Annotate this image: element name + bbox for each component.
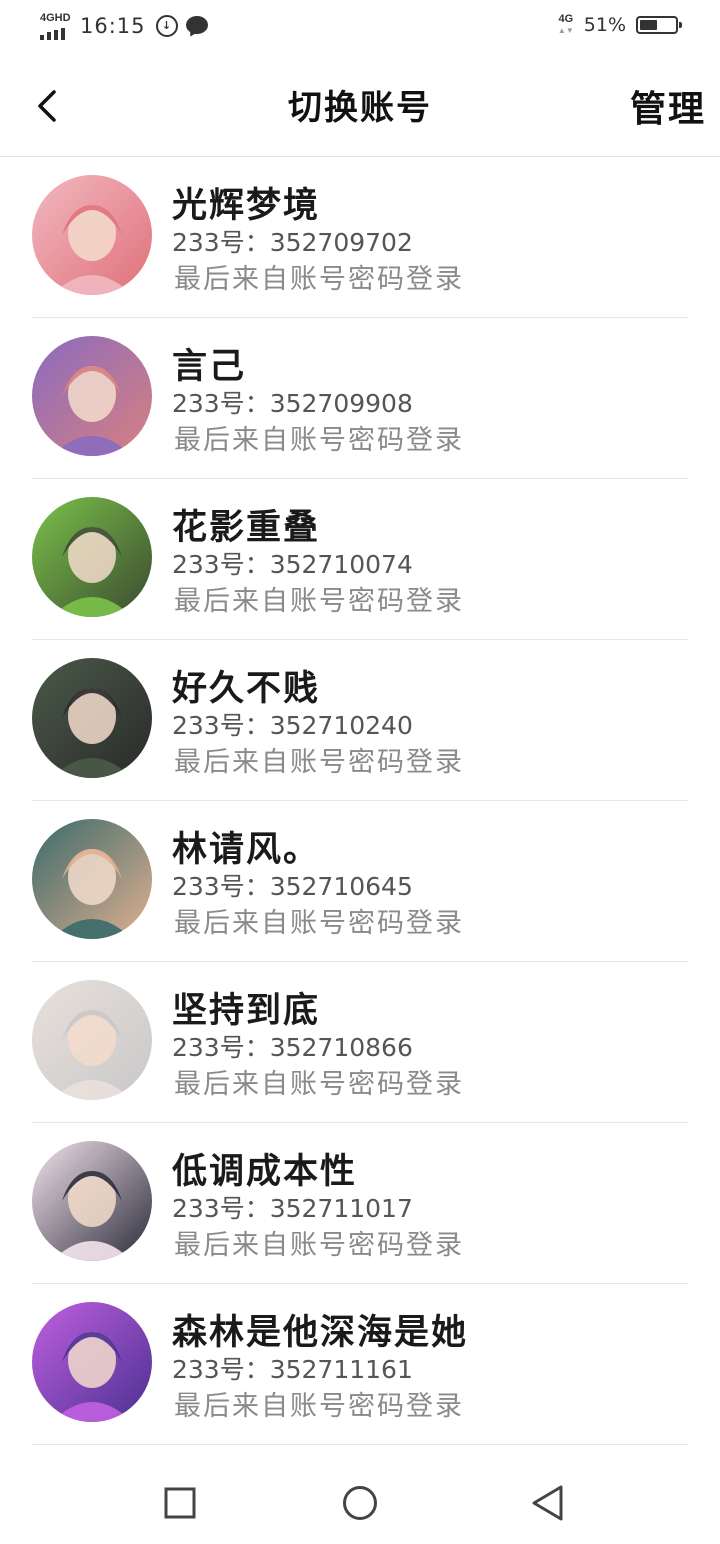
home-button[interactable] [335, 1478, 385, 1528]
avatar [32, 175, 152, 295]
avatar [32, 658, 152, 778]
app-header: 切换账号 管理 [0, 56, 720, 157]
square-icon [164, 1487, 196, 1519]
account-row[interactable]: 坚持到底 233号：352710866 最后来自账号密码登录 [32, 962, 688, 1123]
last-login-method: 最后来自账号密码登录 [174, 747, 464, 778]
avatar [32, 497, 152, 617]
circle-icon [343, 1486, 377, 1520]
last-login-method: 最后来自账号密码登录 [174, 1069, 464, 1100]
avatar [32, 819, 152, 939]
account-id: 233号：352709908 [172, 389, 413, 418]
account-row[interactable]: 低调成本性 233号：352711017 最后来自账号密码登录 [32, 1123, 688, 1284]
account-list: 光辉梦境 233号：352709702 最后来自账号密码登录 言己 233号：35270… [0, 157, 720, 1445]
avatar [32, 1302, 152, 1422]
page-title: 切换账号 [288, 88, 432, 128]
account-name: 森林是他深海是她 [172, 1313, 469, 1353]
mobile-data-label: 4G [558, 13, 574, 25]
account-name: 坚持到底 [172, 991, 321, 1031]
avatar [32, 980, 152, 1100]
account-name: 言己 [172, 347, 247, 387]
last-login-method: 最后来自账号密码登录 [174, 1391, 464, 1422]
manage-button[interactable]: 管理 [630, 80, 706, 132]
account-row[interactable]: 森林是他深海是她 233号：352711161 最后来自账号密码登录 [32, 1284, 688, 1445]
notification-app-icon: ↓ [155, 15, 178, 37]
account-name: 好久不贱 [172, 669, 321, 709]
account-row[interactable]: 好久不贱 233号：352710240 最后来自账号密码登录 [32, 640, 688, 801]
network-type-label: 4GHD [40, 12, 71, 24]
account-id: 233号：352709702 [172, 228, 413, 257]
account-id: 233号：352710240 [172, 711, 413, 740]
account-row[interactable]: 花影重叠 233号：352710074 最后来自账号密码登录 [32, 479, 688, 640]
nav-back-button[interactable] [523, 1478, 573, 1528]
triangle-back-icon [532, 1485, 563, 1521]
battery-icon [636, 16, 682, 34]
avatar [32, 336, 152, 456]
signal-icon: 4GHD [38, 12, 72, 40]
account-id: 233号：352711161 [172, 1355, 413, 1384]
status-bar: 4GHD 16:15 ↓ 4G ▲▼ 51% [0, 0, 720, 56]
battery-percent: 51% [583, 14, 626, 36]
system-nav-bar [0, 1452, 720, 1544]
account-name: 林请风。 [172, 830, 321, 870]
last-login-method: 最后来自账号密码登录 [174, 908, 464, 939]
account-name: 光辉梦境 [172, 186, 321, 226]
account-name: 低调成本性 [172, 1152, 358, 1192]
account-id: 233号：352710074 [172, 550, 413, 579]
recent-apps-button[interactable] [155, 1478, 205, 1528]
avatar [32, 1141, 152, 1261]
account-name: 花影重叠 [172, 508, 321, 548]
chat-bubble-icon [185, 16, 208, 39]
account-id: 233号：352711017 [172, 1194, 413, 1223]
account-row[interactable]: 林请风。 233号：352710645 最后来自账号密码登录 [32, 801, 688, 962]
account-row[interactable]: 言己 233号：352709908 最后来自账号密码登录 [32, 318, 688, 479]
last-login-method: 最后来自账号密码登录 [174, 425, 464, 456]
account-id: 233号：352710645 [172, 872, 413, 901]
last-login-method: 最后来自账号密码登录 [174, 1230, 464, 1261]
last-login-method: 最后来自账号密码登录 [174, 586, 464, 617]
last-login-method: 最后来自账号密码登录 [174, 264, 464, 295]
mobile-data-icon: 4G ▲▼ [557, 13, 574, 36]
account-id: 233号：352710866 [172, 1033, 413, 1062]
clock: 16:15 [80, 14, 146, 38]
account-row[interactable]: 光辉梦境 233号：352709702 最后来自账号密码登录 [32, 157, 688, 318]
